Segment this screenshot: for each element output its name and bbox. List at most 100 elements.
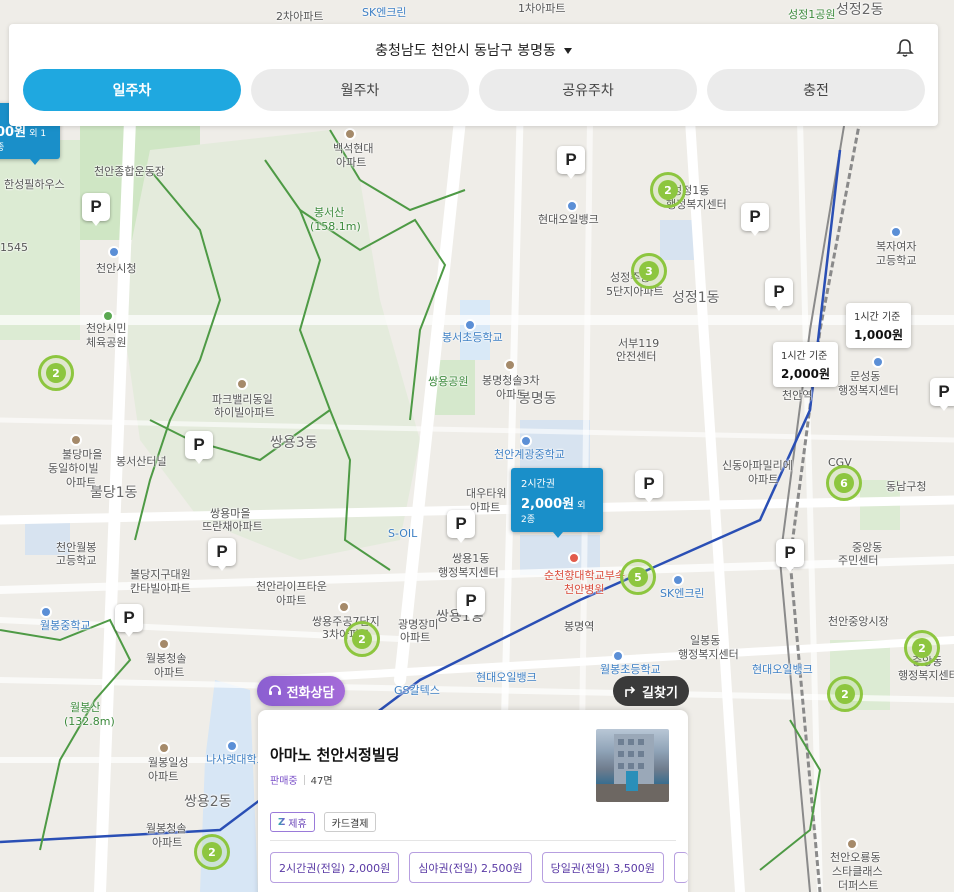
cluster-count: 2 — [658, 180, 678, 200]
map-label: 월봉청솔 — [146, 652, 187, 665]
apartment-icon — [70, 434, 82, 446]
cluster-count: 3 — [639, 261, 659, 281]
map-label: (132.8m) — [64, 715, 115, 728]
selected-price-marker[interactable]: 2시간권 2,000원 외 2종 — [511, 468, 603, 538]
sale-status: 판매중 — [270, 776, 298, 787]
card-payment-chip: 카드결제 — [323, 812, 377, 832]
bell-icon[interactable] — [896, 38, 914, 58]
phone-consult-button[interactable]: 전화상담 — [257, 676, 345, 706]
parking-marker[interactable]: P — [82, 193, 110, 226]
parking-cluster[interactable]: 6 — [826, 465, 862, 501]
parking-marker[interactable]: P — [557, 146, 585, 179]
parking-marker[interactable]: P — [776, 539, 804, 572]
parking-marker[interactable]: P — [741, 203, 769, 236]
parking-marker[interactable]: P — [457, 587, 485, 620]
parking-cluster[interactable]: 2 — [904, 630, 940, 666]
map-label: 대우타워 — [466, 487, 507, 500]
school-icon — [520, 435, 532, 447]
map-label: 복자여자 — [876, 240, 917, 253]
map-label: 체육공원 — [86, 336, 127, 349]
partner-chip: Z 제휴 — [270, 812, 315, 832]
price-marker-label: 1시간 기준 — [781, 351, 828, 362]
parking-cluster[interactable]: 2 — [38, 355, 74, 391]
parking-marker[interactable]: P — [115, 604, 143, 637]
map-label: GS칼텍스 — [394, 684, 440, 697]
parking-lot-photo[interactable] — [596, 729, 669, 802]
apartment-icon — [344, 128, 356, 140]
tab-monthly-parking[interactable]: 월주차 — [251, 69, 469, 111]
tab-shared-parking[interactable]: 공유주차 — [479, 69, 697, 111]
map-label: 성정1공원 — [788, 8, 836, 21]
parking-cluster[interactable]: 2 — [344, 621, 380, 657]
cluster-count: 2 — [835, 684, 855, 704]
map-label: 하이빌아파트 — [214, 406, 275, 419]
ticket-option-overflow[interactable] — [673, 852, 688, 883]
map-label: 쌍용마을 — [210, 507, 251, 520]
parking-lot-card[interactable]: 아마노 천안서정빌딩 판매중 47면 Z 제휴 카드결제 2시간권(전일) 2,0… — [258, 710, 688, 892]
partner-chip-label: 제휴 — [288, 818, 307, 830]
parking-marker[interactable]: P — [208, 538, 236, 571]
map-label: 아파트 — [154, 666, 185, 679]
map-label: 월봉청솔 — [146, 822, 187, 835]
parking-marker[interactable]: P — [635, 470, 663, 503]
location-selector[interactable]: 충청남도 천안시 동남구 봉명동 — [9, 40, 938, 60]
parking-cluster[interactable]: 2 — [827, 676, 863, 712]
feature-chips: Z 제휴 카드결제 — [270, 812, 377, 832]
park-icon — [102, 310, 114, 322]
directions-button[interactable]: 길찾기 — [613, 676, 689, 706]
gas-station-icon — [672, 574, 684, 586]
map-label: 한성필하우스 — [4, 178, 65, 191]
partner-logo-icon: Z — [278, 816, 286, 828]
map-label: 월봉산 — [70, 701, 101, 714]
map-label: 백석현대 — [333, 142, 374, 155]
map-label: 순천향대학교부속 — [544, 569, 625, 582]
tab-charging[interactable]: 충전 — [707, 69, 925, 111]
map-label: 봉서초등학교 — [442, 331, 503, 344]
map-label: 고등학교 — [876, 254, 917, 267]
cluster-count: 2 — [912, 638, 932, 658]
ticket-option[interactable]: 2시간권(전일) 2,000원 — [270, 852, 400, 883]
parking-cluster[interactable]: 2 — [194, 834, 230, 870]
parking-cluster[interactable]: 3 — [631, 253, 667, 289]
map-label: 행정복지센터 — [838, 384, 899, 397]
map-label: 아파트 — [748, 473, 779, 486]
cluster-count: 2 — [202, 842, 222, 862]
meta-divider — [303, 774, 305, 785]
map-label: 스타클래스 — [832, 865, 883, 878]
map-label: 봉서산 — [314, 206, 345, 219]
apartment-icon — [846, 838, 858, 850]
ticket-list[interactable]: 2시간권(전일) 2,000원 심야권(전일) 2,500원 당일권(전일) 3… — [270, 852, 688, 883]
map-label: 성정1동 — [672, 290, 720, 306]
apartment-icon — [338, 601, 350, 613]
apartment-icon — [236, 378, 248, 390]
dropdown-arrow-icon — [563, 48, 572, 54]
map-label: 1차아파트 — [518, 2, 566, 15]
map-label: 현대오일뱅크 — [752, 663, 813, 676]
parking-cluster[interactable]: 2 — [650, 172, 686, 208]
parking-type-tabs: 일주차 월주차 공유주차 충전 — [23, 69, 925, 111]
parking-marker[interactable]: P — [765, 278, 793, 311]
parking-cluster[interactable]: 5 — [620, 559, 656, 595]
ticket-option[interactable]: 당일권(전일) 3,500원 — [541, 852, 664, 883]
map-label: 쌍용2동 — [184, 794, 232, 810]
tab-daily-parking[interactable]: 일주차 — [23, 69, 241, 111]
parking-marker[interactable]: P — [447, 510, 475, 543]
parking-marker[interactable]: P — [930, 378, 954, 411]
parking-marker[interactable]: P — [185, 431, 213, 464]
ticket-option[interactable]: 심야권(전일) 2,500원 — [409, 852, 532, 883]
map-label: 천안병원 — [564, 583, 605, 596]
price-marker[interactable]: 1시간 기준 1,000원 — [846, 303, 911, 348]
building-photo — [596, 734, 669, 802]
cluster-count: 2 — [352, 629, 372, 649]
apartment-icon — [158, 742, 170, 754]
map-label: 행정복지센터 — [678, 648, 739, 661]
price-marker[interactable]: 1시간 기준 2,000원 — [773, 342, 838, 387]
map-label: 쌍용공원 — [428, 375, 469, 388]
map-label: 쌍용1동 — [452, 552, 490, 565]
map-label: 아파트 — [148, 770, 179, 783]
map-label: 천안시민 — [86, 322, 127, 335]
parking-lot-name: 아마노 천안서정빌딩 — [270, 746, 400, 764]
map-label: 천안중앙시장 — [828, 615, 889, 628]
map-label: 천안계광중학교 — [494, 448, 565, 461]
map-label: 천안오룡동 — [830, 851, 881, 864]
